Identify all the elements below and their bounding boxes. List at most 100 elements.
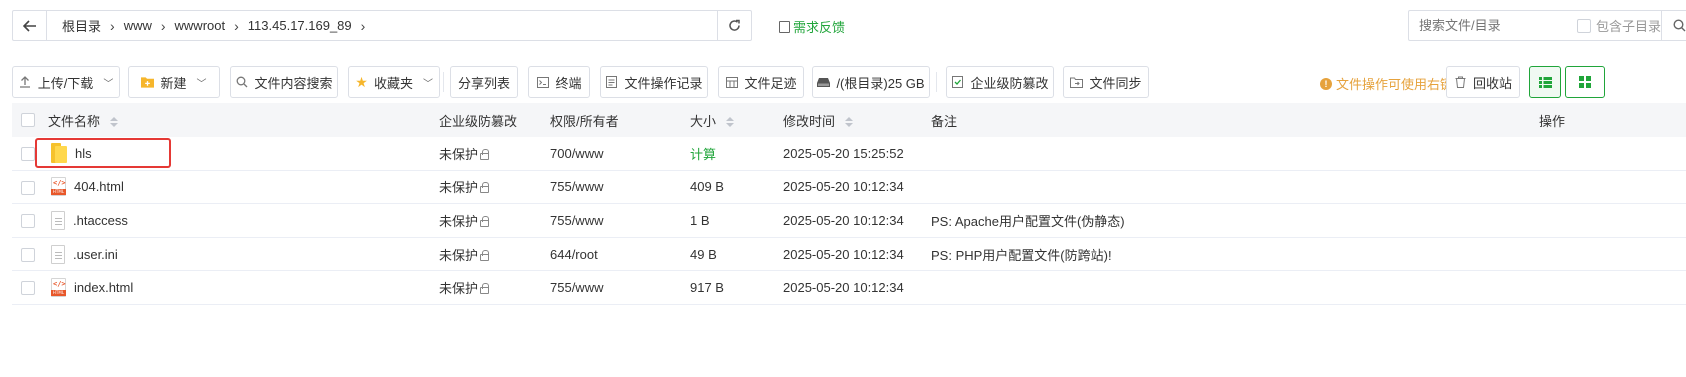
terminal-label: 终端 [555, 75, 582, 91]
breadcrumb-www[interactable]: www [117, 18, 159, 33]
file-table: 文件名称 企业级防篡改 权限/所有者 大小 修改时间 备注 操作 hls 未保护… [12, 103, 1686, 305]
breadcrumb-wwwroot[interactable]: wwwroot [168, 18, 233, 33]
new-button[interactable]: 新建 ﹀ [128, 66, 220, 98]
file-name[interactable]: .htaccess [73, 213, 128, 228]
chevron-right-icon: › [160, 17, 166, 34]
file-sync-label: 文件同步 [1089, 75, 1142, 91]
back-arrow-icon[interactable] [13, 11, 47, 40]
list-view-icon[interactable] [1529, 66, 1561, 98]
sort-icon[interactable] [109, 117, 118, 128]
operation-log-button[interactable]: 文件操作记录 [600, 66, 708, 98]
toolbar-divider [443, 72, 444, 92]
sort-icon[interactable] [725, 117, 734, 128]
table-row[interactable]: </> HTML index.html 未保护 755/www 917 B 202… [12, 271, 1686, 305]
recycle-bin-label: 回收站 [1472, 75, 1512, 91]
path-bar: 根目录 › www › wwwroot › 113.45.17.169_89 › [12, 10, 752, 41]
permission-owner[interactable]: 755/www [550, 213, 603, 228]
sync-icon [1070, 76, 1084, 89]
sort-icon[interactable] [844, 117, 853, 128]
file-size: 49 B [690, 246, 717, 262]
breadcrumb-root[interactable]: 根目录 [55, 16, 108, 35]
col-size-label: 大小 [690, 113, 717, 129]
col-mtime-header[interactable]: 修改时间 [783, 111, 853, 130]
file-name-cell[interactable]: </> HTML 404.html [51, 171, 124, 204]
permission-owner[interactable]: 755/www [550, 179, 603, 194]
file-sync-button[interactable]: 文件同步 [1063, 66, 1149, 98]
table-row[interactable]: hls 未保护 700/www 计算 2025-05-20 15:25:52 [12, 137, 1686, 171]
file-name[interactable]: 404.html [74, 179, 124, 194]
content-search-button[interactable]: 文件内容搜索 [230, 66, 338, 98]
search-icon[interactable] [1661, 11, 1686, 40]
col-name-header[interactable]: 文件名称 [48, 111, 118, 130]
permission-owner[interactable]: 700/www [550, 146, 603, 161]
feedback-link[interactable]: 需求反馈 [779, 17, 845, 36]
file-name[interactable]: .user.ini [73, 247, 118, 262]
row-checkbox[interactable] [21, 147, 35, 161]
new-label: 新建 [160, 75, 187, 91]
include-subdir-checkbox[interactable] [1577, 18, 1591, 33]
disk-label: /(根目录)25 GB [836, 75, 925, 91]
tamper-status[interactable]: 未保护 [439, 177, 490, 196]
grid-view-icon[interactable] [1565, 66, 1605, 98]
col-ops-header: 操作 [1539, 113, 1566, 129]
html-file-icon: </> HTML [51, 278, 66, 298]
remark[interactable]: PS: Apache用户配置文件(伪静态) [931, 211, 1125, 230]
file-search: 包含子目录 [1408, 10, 1686, 41]
permission-owner[interactable]: 644/root [550, 247, 598, 262]
footprint-button[interactable]: 文件足迹 [718, 66, 804, 98]
folder-icon [51, 143, 67, 164]
file-name-cell[interactable]: hls [51, 137, 92, 170]
file-size: 917 B [690, 280, 724, 296]
favorites-button[interactable]: ★ 收藏夹 ﹀ [348, 66, 440, 98]
permission-owner[interactable]: 755/www [550, 280, 603, 295]
include-subdir-label: 包含子目录 [1596, 19, 1662, 34]
tamper-status[interactable]: 未保护 [439, 245, 490, 264]
tamper-proof-button[interactable]: 企业级防篡改 [946, 66, 1054, 98]
lock-icon [480, 148, 490, 160]
select-all-checkbox[interactable] [21, 113, 35, 127]
file-name-cell[interactable]: </> HTML index.html [51, 271, 133, 304]
include-subdir-toggle[interactable]: 包含子目录 [1577, 16, 1661, 35]
terminal-button[interactable]: 终端 [528, 66, 590, 98]
share-list-button[interactable]: 分享列表 [450, 66, 518, 98]
file-name[interactable]: index.html [74, 280, 133, 295]
row-checkbox[interactable] [21, 247, 35, 262]
chevron-down-icon: ﹀ [103, 78, 114, 90]
refresh-icon[interactable] [717, 11, 751, 40]
file-name[interactable]: hls [75, 146, 92, 161]
file-name-cell[interactable]: .user.ini [51, 238, 118, 271]
modified-time: 2025-05-20 10:12:34 [783, 212, 904, 228]
upload-download-button[interactable]: 上传/下载 ﹀ [12, 66, 120, 98]
modified-time: 2025-05-20 10:12:34 [783, 179, 904, 195]
breadcrumb-site[interactable]: 113.45.17.169_89 [241, 18, 359, 33]
tamper-status[interactable]: 未保护 [439, 278, 490, 297]
trash-icon [1454, 76, 1467, 89]
chevron-right-icon[interactable]: › [359, 18, 368, 34]
table-row[interactable]: </> HTML 404.html 未保护 755/www 409 B 2025-… [12, 171, 1686, 205]
disk-button[interactable]: /(根目录)25 GB [812, 66, 930, 98]
table-row[interactable]: .htaccess 未保护 755/www 1 B 2025-05-20 10:… [12, 204, 1686, 238]
right-click-tip: ! 文件操作可使用右键 [1320, 74, 1453, 93]
col-remark-header: 备注 [931, 113, 958, 129]
col-size-header[interactable]: 大小 [690, 111, 734, 130]
recycle-bin-button[interactable]: 回收站 [1446, 66, 1520, 98]
content-search-label: 文件内容搜索 [254, 75, 333, 91]
remark[interactable]: PS: PHP用户配置文件(防跨站)! [931, 245, 1112, 264]
tamper-status[interactable]: 未保护 [439, 211, 490, 230]
chevron-down-icon: ﹀ [196, 78, 207, 90]
new-folder-icon [141, 76, 155, 89]
feedback-label: 需求反馈 [793, 20, 846, 35]
favorites-label: 收藏夹 [373, 75, 413, 91]
row-checkbox[interactable] [21, 281, 35, 296]
lock-icon [480, 249, 490, 261]
calculate-size-link[interactable]: 计算 [690, 144, 716, 163]
table-row[interactable]: .user.ini 未保护 644/root 49 B 2025-05-20 1… [12, 238, 1686, 272]
file-name-cell[interactable]: .htaccess [51, 204, 128, 237]
tamper-status[interactable]: 未保护 [439, 144, 490, 163]
tamper-proof-label: 企业级防篡改 [970, 75, 1049, 91]
grid-icon [725, 76, 738, 89]
row-checkbox[interactable] [21, 214, 35, 229]
col-tamper-header: 企业级防篡改 [439, 113, 518, 129]
row-checkbox[interactable] [21, 180, 35, 195]
search-input[interactable] [1419, 18, 1569, 33]
